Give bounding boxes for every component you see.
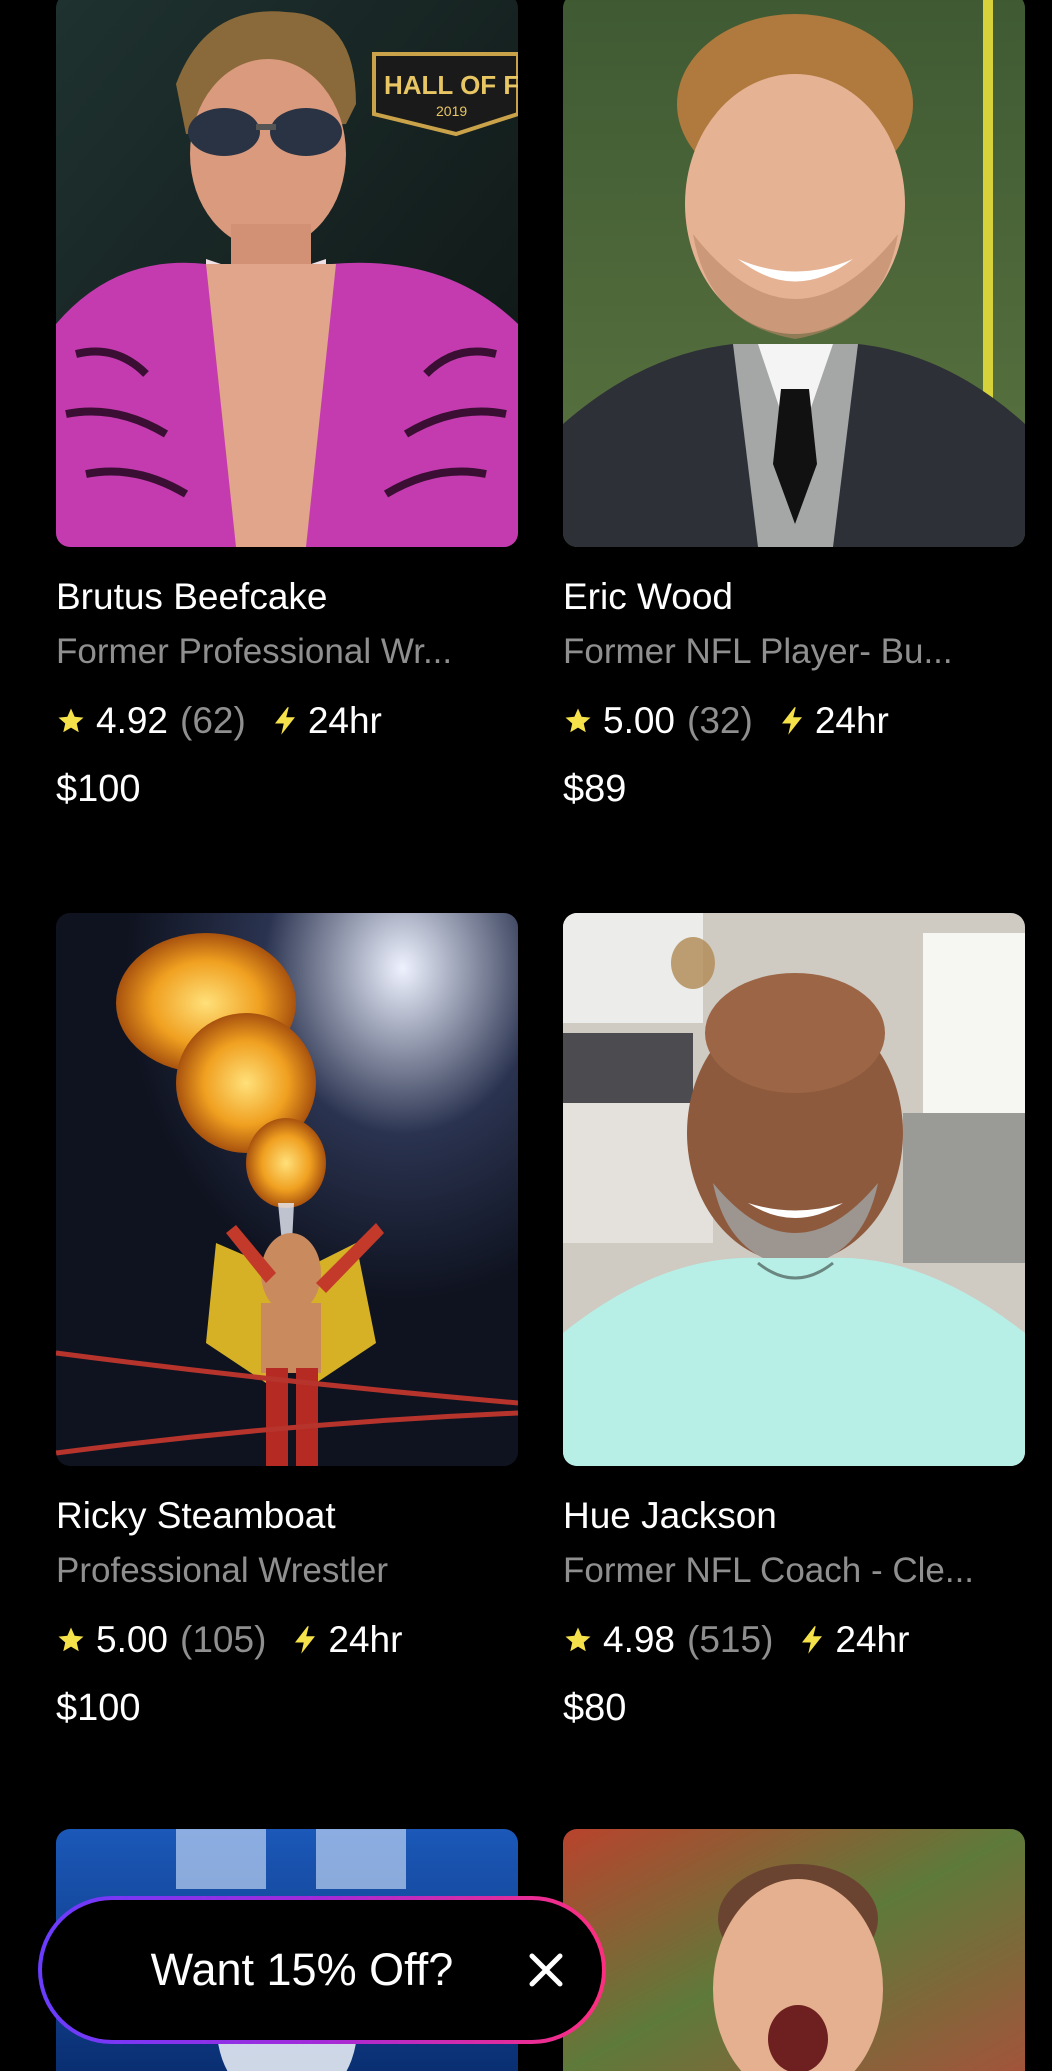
turnaround-time: 24hr [814,700,889,741]
bolt-icon [295,1626,316,1654]
talent-card-brutus-beefcake[interactable]: HALL OF FAME 2019 Brutus Beefcake Former… [56,0,518,810]
svg-text:2019: 2019 [436,103,467,119]
promo-banner-inner[interactable]: Want 15% Off? [42,1900,602,2040]
talent-meta: 5.00 (105) 24hr [56,1617,402,1663]
photo-illustration [563,913,1025,1466]
talent-meta: 4.98 (515) 24hr [563,1617,909,1663]
star-icon [58,708,84,733]
photo-illustration [56,913,518,1466]
review-count: (515) [687,1619,774,1660]
close-button[interactable] [518,1942,574,1998]
promo-banner[interactable]: Want 15% Off? [38,1896,606,2044]
talent-name[interactable]: Eric Wood [563,574,733,620]
rating-value: 5.00 [96,1619,169,1660]
photo-illustration: HALL OF FAME 2019 [56,0,518,547]
review-count: (105) [180,1619,267,1660]
talent-card-hue-jackson[interactable]: Hue Jackson Former NFL Coach - Cle... 4.… [563,913,1025,1729]
talent-photo[interactable]: HALL OF FAME 2019 [56,0,518,547]
bolt-icon [274,707,295,735]
talent-photo[interactable] [56,913,518,1466]
talent-card-6[interactable] [563,1829,1025,2071]
talent-name[interactable]: Ricky Steamboat [56,1493,336,1539]
bolt-icon [781,707,802,735]
talent-photo[interactable] [563,1829,1025,2071]
talent-price: $89 [563,768,627,810]
rating-value: 5.00 [603,700,676,741]
review-count: (62) [180,700,246,741]
star-icon [565,1627,591,1652]
turnaround-time: 24hr [307,700,382,741]
talent-photo[interactable] [563,0,1025,547]
talent-subtitle: Professional Wrestler [56,1551,388,1590]
talent-meta: 4.92 (62) 24hr [56,698,382,744]
photo-illustration [563,0,1025,547]
close-icon[interactable] [526,1950,566,1990]
talent-name[interactable]: Hue Jackson [563,1493,777,1539]
review-count: (32) [687,700,753,741]
talent-subtitle: Former NFL Coach - Cle... [563,1551,975,1590]
badge-text: HALL OF FAME [384,70,518,100]
star-icon [565,708,591,733]
talent-name[interactable]: Brutus Beefcake [56,574,327,620]
rating-value: 4.98 [603,1619,676,1660]
talent-price: $100 [56,768,141,810]
star-icon [58,1627,84,1652]
talent-price: $80 [563,1687,627,1729]
photo-illustration [563,1829,1025,2071]
turnaround-time: 24hr [835,1619,910,1660]
turnaround-time: 24hr [328,1619,403,1660]
promo-label[interactable]: Want 15% Off? [151,1944,454,1996]
bolt-icon [802,1626,823,1654]
talent-subtitle: Former Professional Wr... [56,632,453,671]
talent-card-ricky-steamboat[interactable]: Ricky Steamboat Professional Wrestler 5.… [56,913,518,1729]
talent-price: $100 [56,1687,141,1729]
talent-meta: 5.00 (32) 24hr [563,698,889,744]
talent-grid-page: HALL OF FAME 2019 Brutus Beefcake Former… [0,0,1052,2071]
rating-value: 4.92 [96,700,169,741]
talent-subtitle: Former NFL Player- Bu... [563,632,953,671]
talent-card-eric-wood[interactable]: Eric Wood Former NFL Player- Bu... 5.00 … [563,0,1025,810]
talent-photo[interactable] [563,913,1025,1466]
